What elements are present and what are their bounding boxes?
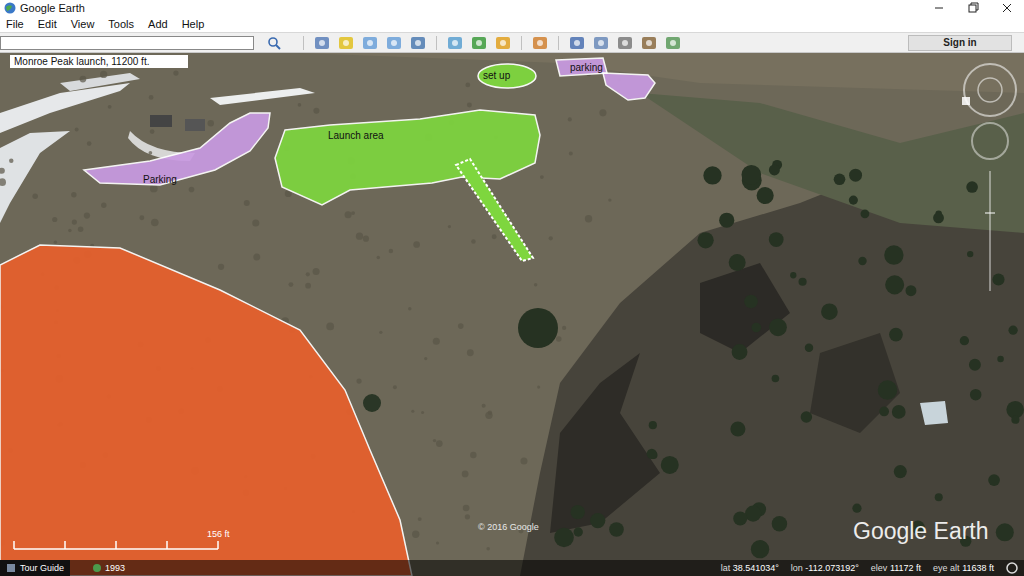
google-earth-icon [4,2,16,14]
placemark-label[interactable]: Monroe Peak launch, 11200 ft. [10,55,188,68]
menu-item[interactable]: Add [148,18,168,30]
toolbar: Sign in [0,32,1024,53]
toolbar-separator [436,36,437,50]
menu-item[interactable]: File [6,18,24,30]
polygon-icon[interactable] [361,35,379,51]
overlay-label: Launch area [328,130,384,141]
sign-in-button[interactable]: Sign in [908,35,1012,51]
overlay-label: Parking [143,174,177,185]
google-earth-window: Google Earth File Edit View Tools Add Help Sign… [0,0,1024,576]
menu-item[interactable]: Help [182,18,205,30]
satellite-imagery[interactable]: set up Launch area parking Parking 156 ft © 2… [0,53,1024,576]
image-overlay-icon[interactable] [409,35,427,51]
title-bar: Google Earth [0,0,1024,16]
map-overlay[interactable]: parking [556,58,655,100]
readout: eye alt 11638 ft [933,563,994,573]
tour-icon[interactable] [446,35,464,51]
map-overlay[interactable] [0,245,412,576]
close-icon[interactable] [990,0,1024,16]
restore-icon[interactable] [956,0,990,16]
email-icon[interactable] [592,35,610,51]
map-overlay[interactable]: Parking [84,113,270,185]
north-icon[interactable] [962,97,970,105]
readout: lon -112.073192° [791,563,859,573]
streaming-icon [1006,562,1018,574]
menu-item[interactable]: Edit [38,18,57,30]
menu-item[interactable]: Tools [108,18,134,30]
coordinates-readout: lat 38.541034° lon -112.073192° elev 11172… [721,562,1024,574]
overlay-label: set up [483,70,511,81]
menu-item[interactable]: View [71,18,95,30]
tour-guide-button[interactable]: Tour Guide [0,560,70,576]
google-earth-logo: Google Earth [853,518,989,544]
copyright: © 2016 Google [478,522,539,532]
zoom-slider[interactable] [989,171,991,291]
look-around-icon[interactable] [964,64,1016,116]
imagery-date: 1993 [92,563,125,573]
map-overlay[interactable]: set up [478,64,536,88]
historical-imagery-icon[interactable] [470,35,488,51]
tour-guide-icon [6,563,16,573]
sun-icon[interactable] [494,35,512,51]
map-overlay[interactable]: Launch area [275,110,540,261]
print-icon[interactable] [616,35,634,51]
move-icon[interactable] [972,123,1008,159]
ruler-icon[interactable] [568,35,586,51]
save-image-icon[interactable] [640,35,658,51]
search-icon[interactable] [263,35,285,51]
planets-icon[interactable] [531,35,549,51]
scale-label: 156 ft [207,529,230,539]
placemark-icon[interactable] [337,35,355,51]
minimize-icon[interactable] [922,0,956,16]
menu-bar: File Edit View Tools Add Help [0,16,1024,32]
path-icon[interactable] [385,35,403,51]
view-in-maps-icon[interactable] [664,35,682,51]
map-view[interactable]: set up Launch area parking Parking 156 ft © 2… [0,53,1024,576]
window-title: Google Earth [20,2,85,14]
scale-bar: 156 ft [14,529,230,549]
toolbar-separator [303,36,304,50]
readout: lat 38.541034° [721,563,779,573]
sidebar-icon[interactable] [313,35,331,51]
toolbar-separator [521,36,522,50]
toolbar-separator [558,36,559,50]
search-field[interactable] [0,36,254,50]
status-bar: Tour Guide 1993 lat 38.541034° lon -112.073… [0,560,1024,576]
overlay-label: parking [570,62,603,73]
navigation-controls[interactable] [962,64,1016,291]
historical-imagery-icon [92,563,102,573]
readout: elev 11172 ft [871,563,921,573]
